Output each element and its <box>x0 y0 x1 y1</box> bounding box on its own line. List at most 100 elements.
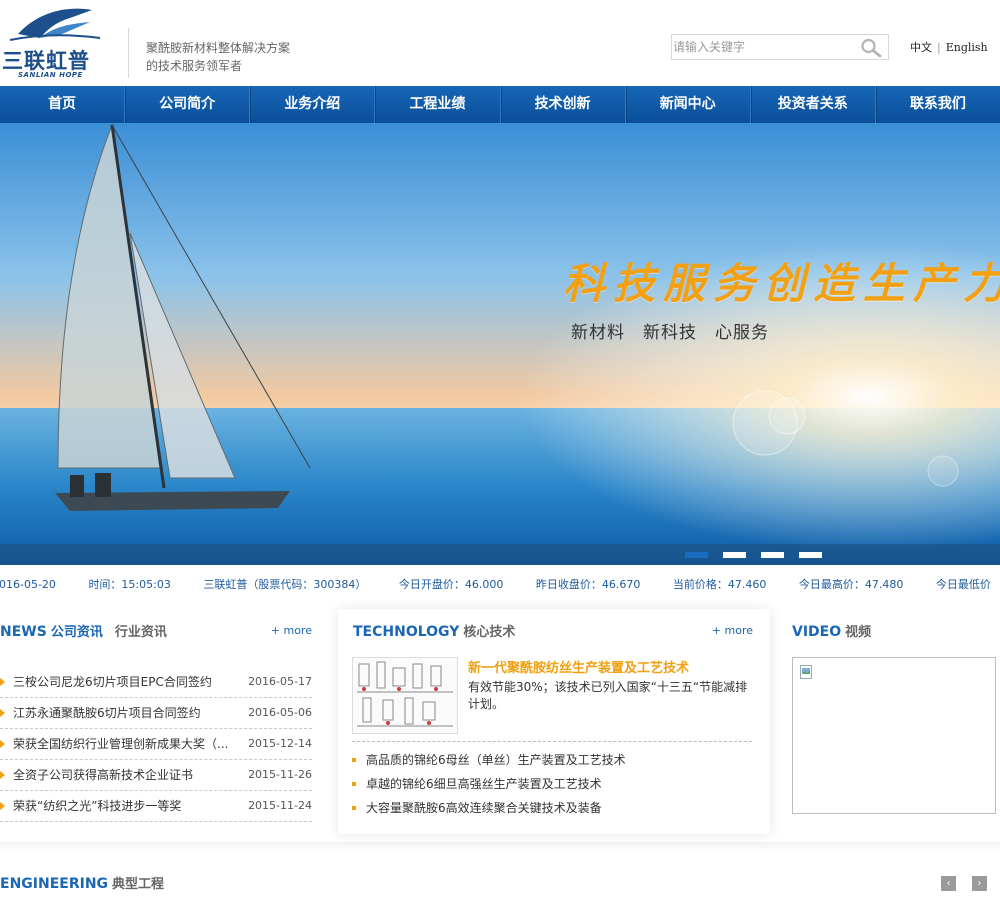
video-section-header: VIDEO 视频 <box>792 621 1000 643</box>
ticker-current-price: 当前价格：47.460 <box>672 578 767 591</box>
carousel-next-button[interactable]: › <box>972 876 987 891</box>
bullet-square-icon <box>352 782 356 786</box>
news-item[interactable]: 江苏永通聚酰胺6切片项目合同签约 2016-05-06 <box>0 698 312 729</box>
ticker-date: 2016-05-20 <box>0 578 56 591</box>
nav-innovation[interactable]: 技术创新 <box>499 86 625 123</box>
bullet-arrow-icon <box>0 678 5 686</box>
technology-item[interactable]: 高品质的锦纶6母丝（单丝）生产装置及工艺技术 <box>352 748 752 772</box>
nav-news[interactable]: 新闻中心 <box>624 86 750 123</box>
ticker-high-price: 今日最高价：47.480 <box>798 578 904 591</box>
news-item[interactable]: 荣获全国纺织行业管理创新成果大奖（... 2015-12-14 <box>0 729 312 760</box>
site-header: 三联虹普 SANLIAN HOPE 聚酰胺新材料整体解决方案 的技术服务领军者 … <box>0 0 1000 86</box>
news-item[interactable]: 全资子公司获得高新技术企业证书 2015-11-26 <box>0 760 312 791</box>
technology-item-label: 高品质的锦纶6母丝（单丝）生产装置及工艺技术 <box>366 753 626 767</box>
bullet-arrow-icon <box>0 709 5 717</box>
ticker-stock-name: 三联虹普（股票代码：300384） <box>203 578 367 591</box>
language-switcher: 中文 | English <box>910 39 988 55</box>
lang-separator: | <box>937 41 941 54</box>
news-title-en: NEWS <box>0 624 47 640</box>
banner-subline: 新材料 新科技 心服务 <box>571 323 769 343</box>
technology-section-header: TECHNOLOGY 核心技术 + more <box>353 621 753 643</box>
technology-item-label: 大容量聚酰胺6高效连续聚合关键技术及装备 <box>366 801 602 815</box>
bullet-arrow-icon <box>0 771 5 779</box>
bullet-arrow-icon <box>0 740 5 748</box>
news-more-link[interactable]: + more <box>271 624 312 637</box>
video-player[interactable] <box>792 657 996 814</box>
bullet-square-icon <box>352 806 356 810</box>
news-item[interactable]: 荣获“纺织之光”科技进步一等奖 2015-11-24 <box>0 791 312 822</box>
technology-title-en: TECHNOLOGY <box>353 624 460 640</box>
technology-title-cn: 核心技术 <box>463 625 516 640</box>
hero-banner[interactable]: 科技服务创造生产力 新材料 新科技 心服务 <box>0 123 1000 565</box>
search-icon <box>861 38 882 58</box>
slogan-line-1: 聚酰胺新材料整体解决方案 <box>146 41 291 55</box>
banner-headline: 科技服务创造生产力 <box>563 259 1000 308</box>
main-nav: 首页 公司简介 业务介绍 工程业绩 技术创新 新闻中心 投资者关系 联系我们 <box>0 86 1000 123</box>
news-item-title: 江苏永通聚酰胺6切片项目合同签约 <box>13 706 201 720</box>
lang-english-link[interactable]: English <box>946 41 988 54</box>
news-item-date: 2015-12-14 <box>248 737 312 750</box>
search-button[interactable] <box>860 38 882 58</box>
news-item-date: 2016-05-06 <box>248 706 312 719</box>
banner-dot-1[interactable] <box>685 552 708 558</box>
nav-home[interactable]: 首页 <box>0 86 124 123</box>
process-diagram-icon <box>353 658 457 733</box>
technology-divider <box>352 741 752 742</box>
banner-dot-2[interactable] <box>723 552 746 558</box>
news-item-date: 2015-11-24 <box>248 799 312 812</box>
nav-business[interactable]: 业务介绍 <box>249 86 374 123</box>
engineering-divider <box>0 842 1000 852</box>
news-item-title: 荣获全国纺织行业管理创新成果大奖（... <box>13 737 229 751</box>
tab-industry-news[interactable]: 行业资讯 <box>115 625 167 640</box>
header-divider <box>128 28 129 78</box>
nav-about[interactable]: 公司简介 <box>124 86 249 123</box>
news-section-header: NEWS 公司资讯 行业资讯 + more <box>0 621 312 643</box>
ticker-open-price: 今日开盘价：46.000 <box>398 578 504 591</box>
featured-technology-title[interactable]: 新一代聚酰胺纺丝生产装置及工艺技术 <box>468 657 689 676</box>
search-input[interactable] <box>672 35 853 59</box>
news-item-title: 荣获“纺织之光”科技进步一等奖 <box>13 799 182 813</box>
technology-item[interactable]: 卓越的锦纶6细旦高强丝生产装置及工艺技术 <box>352 772 752 796</box>
sailboat-sunset-image <box>0 123 1000 565</box>
carousel-prev-button[interactable]: ‹ <box>941 876 956 891</box>
engineering-title-en: ENGINEERING <box>0 876 109 892</box>
technology-diagram-image[interactable] <box>352 657 458 734</box>
news-item-date: 2015-11-26 <box>248 768 312 781</box>
slogan-line-2: 的技术服务领军者 <box>146 59 243 73</box>
banner-dot-3[interactable] <box>761 552 784 558</box>
company-logo[interactable]: 三联虹普 SANLIAN HOPE <box>0 4 112 79</box>
ticker-time: 时间：15:05:03 <box>88 578 171 591</box>
featured-technology-desc: 有效节能30%；该技术已列入国家“十三五“节能减排计划。 <box>468 680 748 711</box>
nav-projects[interactable]: 工程业绩 <box>374 86 499 123</box>
news-item-date: 2016-05-17 <box>248 675 312 688</box>
nav-investors[interactable]: 投资者关系 <box>749 86 875 123</box>
news-list: 三桉公司尼龙6切片项目EPC合同签约 2016-05-17 江苏永通聚酰胺6切片… <box>0 667 312 822</box>
video-title-en: VIDEO <box>792 624 842 640</box>
news-item-title: 三桉公司尼龙6切片项目EPC合同签约 <box>13 675 212 689</box>
banner-pagination <box>685 552 822 558</box>
bullet-arrow-icon <box>0 802 5 810</box>
engineering-title-cn: 典型工程 <box>112 877 165 892</box>
bullet-square-icon <box>352 758 356 762</box>
lang-chinese-link[interactable]: 中文 <box>910 41 932 54</box>
ticker-low-price: 今日最低价 <box>935 578 991 591</box>
news-item-title: 全资子公司获得高新技术企业证书 <box>13 768 194 782</box>
technology-more-link[interactable]: + more <box>712 624 753 637</box>
logo-english-name: SANLIAN HOPE <box>18 71 83 79</box>
broken-image-icon <box>800 665 812 679</box>
engineering-section-header: ENGINEERING 典型工程 <box>0 873 164 895</box>
engineering-carousel-controls: ‹ › <box>941 876 987 891</box>
company-slogan: 聚酰胺新材料整体解决方案 的技术服务领军者 <box>146 39 290 75</box>
technology-item-label: 卓越的锦纶6细旦高强丝生产装置及工艺技术 <box>366 777 602 791</box>
search-box <box>671 34 889 60</box>
nav-contact[interactable]: 联系我们 <box>874 86 1000 123</box>
news-item[interactable]: 三桉公司尼龙6切片项目EPC合同签约 2016-05-17 <box>0 667 312 698</box>
banner-dot-4[interactable] <box>799 552 822 558</box>
stock-ticker: 2016-05-20 时间：15:05:03 三联虹普（股票代码：300384）… <box>0 565 1000 605</box>
tab-company-news[interactable]: 公司资讯 <box>51 625 103 640</box>
technology-list: 高品质的锦纶6母丝（单丝）生产装置及工艺技术 卓越的锦纶6细旦高强丝生产装置及工… <box>352 748 752 820</box>
ticker-prev-close: 昨日收盘价：46.670 <box>535 578 641 591</box>
video-title-cn: 视频 <box>845 625 872 640</box>
technology-item[interactable]: 大容量聚酰胺6高效连续聚合关键技术及装备 <box>352 796 752 820</box>
sail-logo-icon <box>9 8 101 41</box>
